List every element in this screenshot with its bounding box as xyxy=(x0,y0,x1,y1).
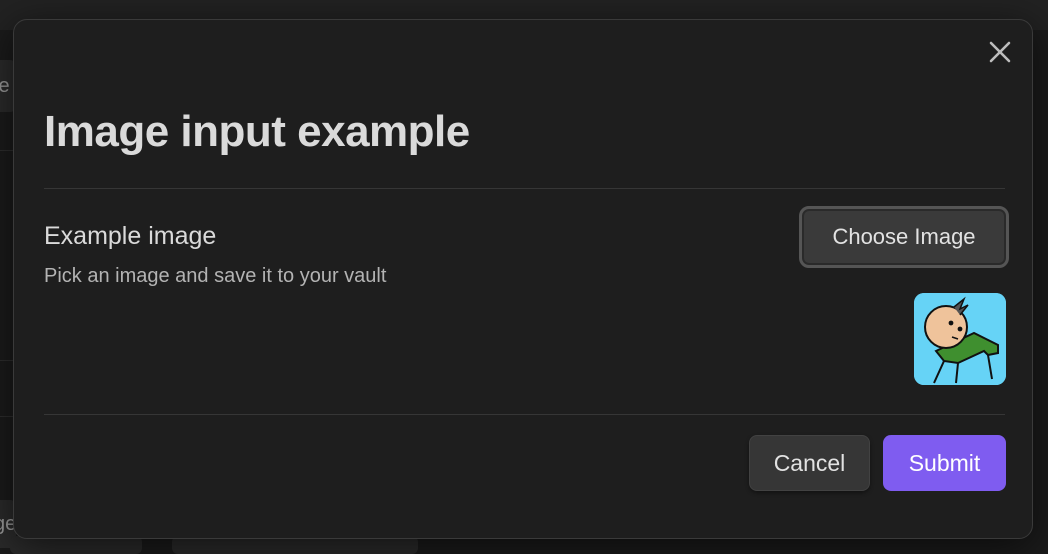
footer-divider xyxy=(44,414,1005,415)
background-divider xyxy=(0,360,14,361)
choose-image-button[interactable]: Choose Image xyxy=(799,206,1009,268)
title-divider xyxy=(44,188,1005,189)
setting-description: Pick an image and save it to your vault xyxy=(44,265,387,287)
cartoon-character-image xyxy=(914,293,1006,385)
submit-button[interactable]: Submit xyxy=(883,435,1006,491)
close-icon xyxy=(989,41,1011,63)
cancel-button[interactable]: Cancel xyxy=(749,435,870,491)
image-input-modal: Image input example Example image Pick a… xyxy=(13,19,1033,539)
background-divider xyxy=(0,150,14,151)
close-button[interactable] xyxy=(986,38,1014,66)
background-divider xyxy=(0,416,14,417)
background-chip-label: ie xyxy=(0,75,10,97)
image-preview xyxy=(914,293,1006,385)
modal-title: Image input example xyxy=(44,107,470,156)
setting-name: Example image xyxy=(44,222,217,250)
